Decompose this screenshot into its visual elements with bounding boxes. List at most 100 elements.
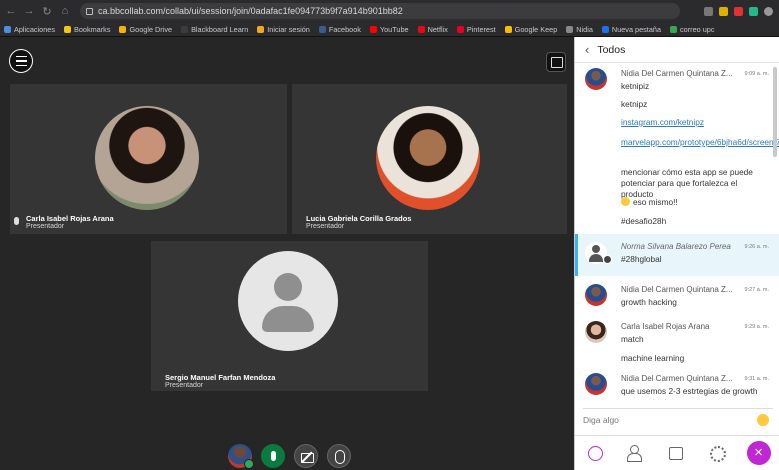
my-status-button[interactable]	[228, 444, 254, 469]
share-content-tab-icon[interactable]	[665, 442, 687, 464]
bookmark-icon	[63, 25, 71, 33]
chat-title: Todos	[597, 43, 626, 56]
bookmark-icon	[566, 25, 574, 33]
bookmark-item[interactable]: Netflix	[417, 24, 448, 34]
message-text: #28hglobal	[621, 254, 662, 264]
bookmark-label: Google Keep	[514, 24, 558, 34]
camera-off-button[interactable]	[294, 444, 318, 468]
raise-hand-button[interactable]	[327, 444, 351, 468]
bookmark-icon	[417, 25, 425, 33]
bookmark-item[interactable]: Facebook	[318, 24, 361, 34]
close-icon[interactable]: ×	[746, 441, 771, 465]
bookmark-item[interactable]: Iniciar sesión	[257, 25, 310, 34]
reload-icon[interactable]: ↻	[40, 5, 54, 18]
bookmark-label: Blackboard Learn	[191, 24, 249, 34]
avatar	[585, 373, 607, 395]
message-text: ketnipz	[621, 99, 648, 109]
status-icon	[244, 459, 254, 469]
participant-role: Presentador	[165, 382, 204, 389]
message-text: machine learning	[621, 353, 685, 363]
browser-toolbar: ← → ↻ ⌂ ca.bbcollab.com/collab/ui/sessio…	[0, 0, 779, 22]
bookmark-label: Pinterest	[466, 24, 496, 34]
heart-eyes-emoji-icon	[621, 197, 630, 206]
video-tile[interactable]: Sergio Manuel Farfan Mendoza Presentador	[151, 241, 428, 391]
participant-role: Presentador	[306, 223, 345, 230]
microphone-button[interactable]	[261, 444, 285, 468]
chat-input[interactable]: Diga algo	[583, 408, 773, 430]
message-text: mencionar cómo esta app se puede potenci…	[621, 167, 753, 199]
message-text: growth hacking	[621, 297, 677, 307]
collaborate-panel-toggle-icon[interactable]	[546, 52, 566, 72]
bookmark-item[interactable]: Bookmarks	[63, 24, 111, 34]
timestamp: 9:27 a. m.	[744, 287, 769, 293]
message-text: ketnipiz	[621, 81, 650, 91]
session-menu-button[interactable]	[9, 49, 33, 73]
bookmark-icon	[504, 25, 512, 33]
profile-icon[interactable]	[764, 6, 773, 16]
chat-panel: ‹ Todos Nidia Del Carmen Quintana Z... 9…	[574, 37, 779, 470]
home-icon[interactable]: ⌂	[58, 5, 72, 17]
sender-name: Nidia Del Carmen Quintana Z...	[621, 285, 733, 294]
bookmark-item[interactable]: Nueva pestaña	[601, 24, 662, 34]
participant-role: Presentador	[26, 223, 65, 230]
bookmark-label: correo upc	[680, 24, 715, 34]
panel-tabs: ×	[575, 435, 779, 470]
forward-icon[interactable]: →	[22, 5, 36, 17]
sender-name: Nidia Del Carmen Quintana Z...	[621, 374, 733, 383]
address-bar[interactable]: ca.bbcollab.com/collab/ui/session/join/0…	[80, 3, 680, 19]
sender-name: Norma Silvana Balarezo Perea	[621, 242, 731, 251]
bookmark-label: Facebook	[328, 24, 361, 34]
bookmark-label: Netflix	[427, 24, 448, 34]
bookmark-item[interactable]: Nidia	[566, 25, 593, 34]
bookmark-item[interactable]: Blackboard Learn	[181, 25, 248, 34]
bookmark-item[interactable]: correo upc	[670, 24, 715, 34]
bookmark-label: YouTube	[379, 24, 409, 34]
chat-tab-icon[interactable]	[584, 442, 606, 464]
bookmark-label: Bookmarks	[73, 24, 111, 34]
bookmarks-bar: Aplicaciones Bookmarks Google Drive Blackbo…	[0, 22, 779, 37]
video-tile[interactable]: Lucia Gabriela Corilla Grados Presentado…	[292, 84, 567, 234]
bookmark-icon	[369, 25, 377, 33]
bookmark-icon	[456, 25, 464, 33]
emoji-picker-icon[interactable]	[757, 414, 769, 426]
moderator-badge-icon	[603, 255, 612, 264]
bookmark-label: Iniciar sesión	[267, 24, 310, 34]
lock-icon	[86, 7, 93, 15]
message-text: #desafio28h	[621, 216, 667, 226]
back-icon[interactable]: ←	[4, 5, 18, 17]
avatar	[585, 321, 607, 343]
participant-video	[376, 106, 480, 210]
timestamp: 9:31 a. m.	[744, 376, 769, 382]
message-link[interactable]: marvelapp.com/prototype/6bjha6d/screen/7…	[621, 137, 779, 148]
timestamp: 9:09 a. m.	[744, 71, 769, 77]
bookmark-icon	[119, 25, 127, 33]
bookmark-item[interactable]: Google Keep	[504, 24, 558, 34]
video-tile[interactable]: Carla Isabel Rojas Arana Presentador	[10, 84, 287, 234]
download-icon[interactable]	[704, 6, 713, 16]
sender-name: Nidia Del Carmen Quintana Z...	[621, 69, 733, 78]
participant-video	[95, 106, 199, 210]
bookmark-item[interactable]: Pinterest	[456, 24, 496, 34]
bookmark-item[interactable]: Google Drive	[119, 25, 172, 34]
extension-icon[interactable]	[749, 6, 758, 16]
participant-name: Carla Isabel Rojas Arana	[26, 214, 114, 223]
chevron-left-icon[interactable]: ‹	[585, 42, 589, 57]
bookmark-item[interactable]: YouTube	[369, 24, 409, 34]
bookmark-label: Nueva pestaña	[611, 24, 662, 34]
extension-icon[interactable]	[734, 6, 743, 16]
attendees-tab-icon[interactable]	[625, 442, 647, 464]
bookmark-item[interactable]: Aplicaciones	[4, 25, 55, 34]
mic-icon	[14, 217, 19, 225]
scrollbar[interactable]	[773, 67, 777, 157]
timestamp: 9:26 a. m.	[744, 244, 769, 250]
star-icon[interactable]	[719, 6, 728, 16]
avatar	[585, 284, 607, 306]
media-controls	[228, 443, 351, 469]
bookmark-label: Google Drive	[129, 24, 173, 34]
chat-messages: Nidia Del Carmen Quintana Z... 9:09 a. m…	[575, 63, 779, 400]
bookmark-label: Aplicaciones	[14, 24, 55, 34]
extensions	[704, 6, 773, 16]
message-link[interactable]: instagram.com/ketnipz	[621, 117, 769, 128]
avatar	[585, 68, 607, 90]
settings-tab-icon[interactable]	[706, 442, 728, 464]
